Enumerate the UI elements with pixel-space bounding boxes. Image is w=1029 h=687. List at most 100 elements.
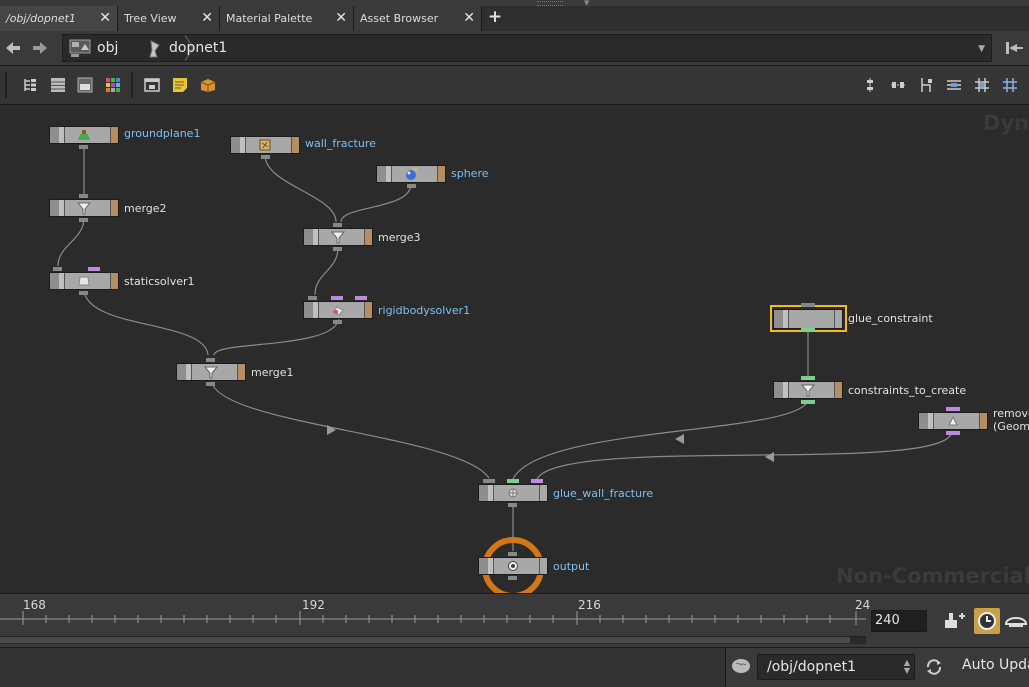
output-connector[interactable] (946, 431, 960, 435)
auto-update-menu[interactable]: Auto Upda (962, 657, 1029, 673)
network-editor[interactable]: Dyn Non-Commercial E groundplane1 (0, 105, 1029, 593)
breadcrumb-obj[interactable]: obj (97, 35, 118, 61)
node-remove[interactable] (918, 412, 988, 430)
close-icon[interactable]: ✕ (335, 6, 347, 31)
node-label: constraints_to_create (848, 384, 967, 397)
node-label: remove (993, 407, 1029, 420)
input-connector[interactable] (507, 479, 519, 483)
scrollbar-thumb[interactable] (0, 637, 850, 643)
input-connector[interactable] (355, 296, 367, 300)
back-arrow-icon[interactable] (4, 39, 22, 57)
output-connector[interactable] (261, 155, 270, 159)
node-constraints-to-create[interactable] (773, 381, 843, 399)
tab-material-palette[interactable]: Material Palette ✕ (220, 6, 354, 31)
close-icon[interactable]: ✕ (201, 6, 213, 31)
input-connector[interactable] (333, 223, 342, 227)
add-tab-button[interactable]: + (485, 6, 505, 31)
node-rigidbodysolver1[interactable] (303, 301, 373, 319)
input-connector[interactable] (53, 267, 62, 271)
parameters-icon[interactable] (77, 77, 93, 93)
node-merge3[interactable] (303, 228, 373, 246)
node-staticsolver1[interactable] (49, 272, 119, 290)
output-connector[interactable] (206, 382, 215, 386)
sticky-note-icon[interactable] (172, 77, 188, 93)
output-connector[interactable] (508, 576, 517, 580)
forward-arrow-icon[interactable] (31, 39, 49, 57)
show-flags-icon[interactable] (946, 77, 962, 93)
output-connector[interactable] (79, 145, 88, 149)
tab-asset-browser[interactable]: Asset Browser ✕ (354, 6, 482, 31)
end-frame-field[interactable]: 240 (871, 610, 927, 632)
breadcrumb-dopnet1[interactable]: dopnet1 (169, 35, 227, 61)
output-connector[interactable] (508, 503, 517, 507)
node-label: rigidbodysolver1 (378, 304, 471, 317)
keyframe-icon[interactable] (941, 608, 967, 634)
network-path-selector[interactable]: /obj/dopnet1 ▲ ▼ (757, 654, 915, 680)
node-glue-wall-fracture[interactable] (478, 484, 548, 502)
output-connector[interactable] (801, 400, 815, 404)
input-connector[interactable] (531, 479, 543, 483)
chevron-down-icon[interactable]: ▼ (978, 44, 985, 54)
input-connector[interactable] (206, 358, 215, 362)
timeline-scrollbar[interactable] (0, 636, 866, 644)
input-connector[interactable] (88, 267, 100, 271)
node-glue-constraint[interactable] (773, 309, 843, 329)
tab-network[interactable]: /obj/dopnet1 ✕ (0, 6, 118, 31)
output-connector[interactable] (79, 291, 88, 295)
node-groundplane1[interactable] (49, 126, 119, 144)
node-sphere[interactable] (376, 165, 446, 183)
merge-funnel-icon (203, 365, 219, 379)
close-icon[interactable]: ✕ (99, 6, 111, 31)
subnet-box-icon[interactable] (200, 77, 216, 93)
node-label: groundplane1 (124, 127, 201, 140)
path-field[interactable]: obj dopnet1 ▼ (62, 34, 992, 62)
groundplane-icon (77, 128, 91, 142)
tree-view-icon[interactable] (22, 77, 38, 93)
tab-tree-view[interactable]: Tree View ✕ (118, 6, 220, 31)
grid-icon[interactable] (1002, 77, 1018, 93)
pin-icon[interactable] (1003, 37, 1025, 59)
thumbnail-grid-icon[interactable] (105, 77, 121, 93)
timeline-ruler[interactable]: 168 192 216 24 (0, 597, 870, 627)
node-output[interactable] (478, 557, 548, 575)
input-connector[interactable] (483, 479, 495, 483)
list-view-icon[interactable] (50, 77, 66, 93)
node-label: output (553, 560, 590, 573)
audio-icon[interactable] (1003, 608, 1029, 634)
realtime-clock-icon[interactable] (974, 608, 1000, 634)
layout-wire-icon[interactable] (918, 77, 934, 93)
input-connector[interactable] (508, 552, 517, 556)
input-connector[interactable] (308, 296, 317, 300)
close-icon[interactable]: ✕ (463, 6, 475, 31)
output-connector[interactable] (407, 184, 416, 188)
refresh-icon[interactable] (923, 656, 945, 678)
snap-grid-icon[interactable] (974, 77, 990, 93)
node-label: merge2 (124, 202, 167, 215)
input-connector[interactable] (946, 407, 960, 411)
tab-label: Asset Browser (360, 12, 439, 25)
align-vertical-icon[interactable] (862, 77, 878, 93)
output-connector[interactable] (333, 247, 342, 251)
wire-arrow-icon (327, 425, 336, 435)
output-connector[interactable] (79, 218, 88, 222)
tick-label: 192 (302, 598, 325, 612)
node-label-sub: (Geom (993, 420, 1029, 433)
input-connector[interactable] (79, 194, 88, 198)
network-box-icon[interactable] (144, 77, 160, 93)
merge-funnel-icon (330, 230, 346, 244)
output-connector[interactable] (333, 320, 342, 324)
brain-icon[interactable] (730, 656, 752, 676)
wire-arrow-icon (675, 434, 684, 444)
output-connector[interactable] (801, 328, 815, 332)
input-connector[interactable] (331, 296, 343, 300)
node-wall-fracture[interactable] (230, 136, 300, 154)
node-merge1[interactable] (176, 363, 246, 381)
align-horizontal-icon[interactable] (890, 77, 906, 93)
input-connector[interactable] (801, 303, 815, 307)
tick-label: 216 (578, 598, 601, 612)
tab-label: /obj/dopnet1 (6, 12, 76, 25)
node-label: glue_wall_fracture (553, 487, 654, 500)
input-connector[interactable] (801, 376, 815, 380)
output-icon (506, 559, 520, 573)
node-merge2[interactable] (49, 199, 119, 217)
